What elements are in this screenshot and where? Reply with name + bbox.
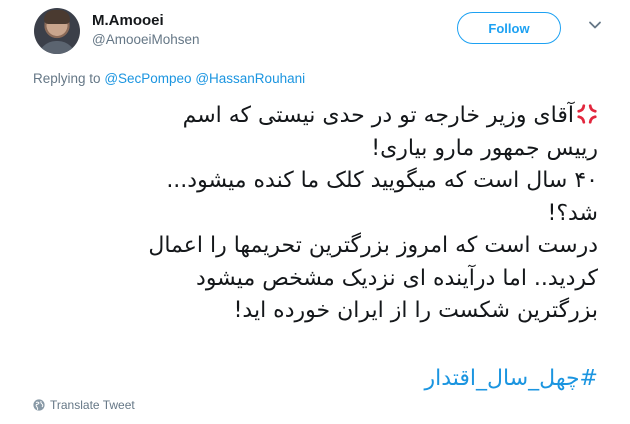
user-handle[interactable]: @AmooeiMohsen — [92, 32, 200, 47]
avatar-shirt — [38, 41, 76, 54]
tweet-line: ۴۰ سال است که میگویید کلک ما کنده میشود.… — [166, 168, 598, 193]
tweet-line: شد؟! — [547, 200, 598, 226]
tweet-line: آقای وزیر خارجه تو در حدی نیستی که اسم — [60, 100, 598, 133]
translate-label: Translate Tweet — [50, 398, 135, 412]
mention-link-rouhani[interactable]: @HassanRouhani — [195, 71, 305, 86]
translate-tweet-button[interactable]: Translate Tweet — [33, 398, 135, 412]
tweet-text: آقای وزیر خارجه تو در حدی نیستی که اسم ر… — [60, 100, 598, 328]
tweet-line: رییس جمهور مارو بیاری! — [371, 135, 598, 161]
hashtag-link[interactable]: #چهل_سال_اقتدار — [360, 366, 598, 391]
avatar-hair — [44, 10, 70, 24]
tweet-line: بزرگترین شکست را از ایران خورده اید! — [233, 298, 598, 323]
tweet-line: کردید.. اما درآینده ای نزدیک مشخص میشود — [196, 265, 598, 291]
mention-link-pompeo[interactable]: @SecPompeo — [104, 71, 191, 86]
follow-button[interactable]: Follow — [457, 12, 561, 44]
avatar[interactable] — [34, 8, 80, 54]
anger-symbol-icon — [577, 104, 597, 124]
tweet-line: درست است که امروز بزرگترین تحریمها را اع… — [148, 233, 598, 258]
chevron-down-icon[interactable] — [588, 18, 602, 32]
globe-icon — [33, 399, 45, 411]
tweet-card: M.Amooei @AmooeiMohsen Follow Replying t… — [0, 0, 630, 424]
tweet-line-text: آقای وزیر خارجه تو در حدی نیستی که اسم — [182, 103, 574, 128]
reply-context: Replying to @SecPompeo @HassanRouhani — [33, 71, 305, 86]
reply-prefix: Replying to — [33, 71, 101, 86]
display-name[interactable]: M.Amooei — [92, 12, 164, 29]
